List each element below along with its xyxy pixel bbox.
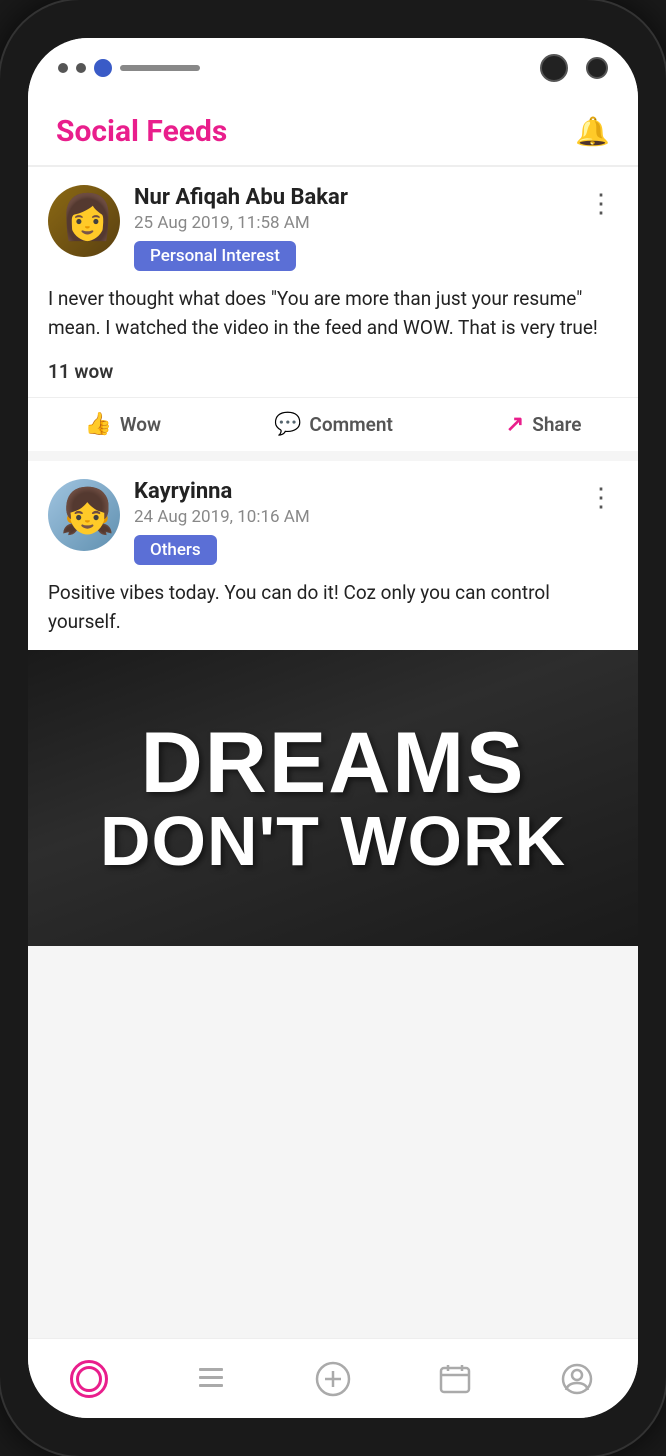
comment-icon: 💬 (274, 412, 301, 437)
post-actions: 👍 Wow 💬 Comment ↗ Share (28, 397, 638, 451)
wow-button[interactable]: 👍 Wow (84, 412, 161, 437)
bottom-nav (28, 1338, 638, 1418)
avatar-2 (48, 479, 120, 551)
nav-add[interactable] (303, 1349, 363, 1409)
status-indicators (58, 59, 200, 77)
signal-dot-1 (58, 63, 68, 73)
post-card-2: Kayryinna 24 Aug 2019, 10:16 AM Others ⋮… (28, 461, 638, 946)
post-menu-button-2[interactable]: ⋮ (584, 479, 618, 517)
app-title: Social Feeds (56, 114, 227, 149)
post-image: DREAMS DON'T WORK (28, 650, 638, 946)
camera-area (540, 54, 608, 82)
comment-button[interactable]: 💬 Comment (274, 412, 393, 437)
nav-calendar[interactable] (425, 1349, 485, 1409)
post-info: Nur Afiqah Abu Bakar 25 Aug 2019, 11:58 … (134, 185, 570, 271)
post-body-2: Positive vibes today. You can do it! Coz… (28, 575, 638, 650)
share-label: Share (532, 413, 581, 436)
nav-list[interactable] (181, 1349, 241, 1409)
nav-profile[interactable] (547, 1349, 607, 1409)
wow-icon: 👍 (84, 412, 111, 437)
post-card: Nur Afiqah Abu Bakar 25 Aug 2019, 11:58 … (28, 167, 638, 451)
post-header: Nur Afiqah Abu Bakar 25 Aug 2019, 11:58 … (28, 167, 638, 281)
wow-label: Wow (120, 413, 161, 436)
dreams-line1: DREAMS (68, 720, 598, 806)
post-author: Nur Afiqah Abu Bakar (134, 185, 570, 210)
app-header: Social Feeds 🔔 (28, 98, 638, 165)
post-body: I never thought what does "You are more … (28, 281, 638, 356)
post-header-2: Kayryinna 24 Aug 2019, 10:16 AM Others ⋮ (28, 461, 638, 575)
phone-frame: Social Feeds 🔔 Nur Afiqah Abu Bakar 25 A… (0, 0, 666, 1456)
list-icon (195, 1363, 227, 1395)
status-line (120, 65, 200, 71)
share-button[interactable]: ↗ Share (506, 412, 582, 437)
profile-icon (560, 1362, 594, 1396)
add-icon (315, 1361, 351, 1397)
post-date: 25 Aug 2019, 11:58 AM (134, 213, 570, 233)
camera-2 (586, 57, 608, 79)
post-tag[interactable]: Personal Interest (134, 241, 296, 271)
post-tag-2[interactable]: Others (134, 535, 217, 565)
bell-icon[interactable]: 🔔 (575, 115, 610, 148)
post-info-2: Kayryinna 24 Aug 2019, 10:16 AM Others (134, 479, 570, 565)
signal-dot-blue (94, 59, 112, 77)
phone-screen: Social Feeds 🔔 Nur Afiqah Abu Bakar 25 A… (28, 38, 638, 1418)
feed-icon (70, 1360, 108, 1398)
avatar (48, 185, 120, 257)
post-menu-button[interactable]: ⋮ (584, 185, 618, 223)
post-reactions: 11 wow (28, 356, 638, 397)
calendar-icon (438, 1362, 472, 1396)
post-author-2: Kayryinna (134, 479, 570, 504)
post-date-2: 24 Aug 2019, 10:16 AM (134, 507, 570, 527)
dreams-image-bg: DREAMS DON'T WORK (28, 650, 638, 946)
status-bar (28, 38, 638, 98)
signal-dot-2 (76, 63, 86, 73)
camera-1 (540, 54, 568, 82)
dreams-line2: DON'T WORK (68, 806, 598, 876)
comment-label: Comment (309, 413, 392, 436)
share-icon: ↗ (506, 412, 524, 437)
dreams-text-container: DREAMS DON'T WORK (48, 690, 618, 906)
feed-content[interactable]: Nur Afiqah Abu Bakar 25 Aug 2019, 11:58 … (28, 167, 638, 1338)
nav-feed[interactable] (59, 1349, 119, 1409)
